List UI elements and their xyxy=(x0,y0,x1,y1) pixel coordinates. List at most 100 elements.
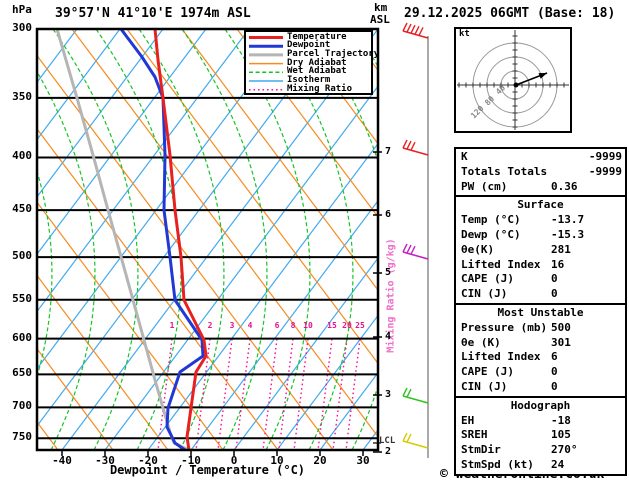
indices-row: CAPE (J) 0 xyxy=(456,272,625,287)
pressure-tick-label: 600 xyxy=(12,330,32,344)
indices-row-value: -9999 xyxy=(588,150,622,163)
indices-row: CAPE (J) 0 xyxy=(456,365,625,380)
indices-row: CIN (J) 0 xyxy=(456,380,625,395)
altitude-km-tick-label: 5 xyxy=(385,267,392,278)
indices-row-label: K xyxy=(461,150,468,163)
indices-row: Pressure (mb) 500 xyxy=(456,321,625,336)
hodograph-unit-label: kt xyxy=(459,29,470,39)
temperature-tick-label: 20 xyxy=(313,454,327,467)
temperature-tick-label: 0 xyxy=(230,454,238,467)
altitude-km-tick-label: 2 xyxy=(385,446,392,457)
indices-box: Most Unstable Pressure (mb) 500 θe (K) 301 Li… xyxy=(454,302,627,398)
indices-row-value: 105 xyxy=(551,428,571,442)
indices-row: SREH 105 xyxy=(456,428,625,443)
indices-row: PW (cm) 0.36 xyxy=(456,180,625,195)
indices-row-value: -18 xyxy=(551,413,571,427)
indices-row-value: 500 xyxy=(551,320,571,334)
altitude-km-tick-label: 4 xyxy=(385,331,392,342)
pressure-tick-label: 400 xyxy=(12,149,32,163)
indices-row: Temp (°C) -13.7 xyxy=(456,213,625,228)
indices-row-value: 0 xyxy=(551,272,558,286)
indices-row-value: 16 xyxy=(551,257,565,271)
indices-row: StmSpd (kt) 24 xyxy=(456,458,625,473)
indices-box: Surface Temp (°C) -13.7 Dewp (°C) -15.3 θe(K)… xyxy=(454,195,627,305)
indices-row-value: -15.3 xyxy=(551,227,585,241)
indices-row-label: θe(K) xyxy=(461,242,495,256)
mixing-ratio-value-label: 20 xyxy=(342,321,352,330)
mixing-ratio-value-label: 8 xyxy=(290,321,296,330)
indices-row: StmDir 270° xyxy=(456,443,625,458)
temperature-tick-label: 30 xyxy=(356,454,370,467)
altitude-km-tick-label: 3 xyxy=(385,389,392,400)
indices-row-label: θe (K) xyxy=(461,335,501,349)
pressure-unit-label: hPa xyxy=(12,3,32,16)
indices-row-label: Temp (°C) xyxy=(461,213,521,227)
indices-row-value: 0.36 xyxy=(551,179,578,193)
indices-row-value: 0 xyxy=(551,365,558,379)
indices-row-label: CIN (J) xyxy=(461,287,508,301)
pressure-tick-label: 700 xyxy=(12,399,32,413)
indices-row-value: -9999 xyxy=(588,164,622,178)
pressure-tick-label: 500 xyxy=(12,249,32,263)
indices-row: Lifted Index 6 xyxy=(456,350,625,365)
pressure-tick-label: 300 xyxy=(12,21,32,34)
asl-axis-unit: ASL xyxy=(370,13,390,26)
indices-row-label: Lifted Index xyxy=(461,257,541,271)
temperature-tick-label: 10 xyxy=(270,454,284,467)
indices-row-value: 281 xyxy=(551,242,571,256)
indices-row-label: PW (cm) xyxy=(461,179,508,193)
altitude-km-tick-label: 6 xyxy=(385,209,392,220)
pressure-tick-label: 550 xyxy=(12,291,32,305)
mixing-ratio-value-label: 3 xyxy=(229,321,235,330)
indices-row-label: CAPE (J) xyxy=(461,365,514,379)
temperature-tick-label: -40 xyxy=(52,454,72,467)
indices-row-label: Totals Totals xyxy=(461,164,548,178)
run-datetime-title: 29.12.2025 06GMT (Base: 18) xyxy=(404,6,616,21)
indices-row-label: EH xyxy=(461,413,475,427)
indices-row: Lifted Index 16 xyxy=(456,258,625,273)
pressure-tick-label: 650 xyxy=(12,366,32,380)
indices-row-value: -13.7 xyxy=(551,213,585,227)
mixing-ratio-value-label: 6 xyxy=(274,321,280,330)
indices-row-label: Pressure (mb) xyxy=(461,320,548,334)
temperature-tick-label: -30 xyxy=(95,454,115,467)
skewt-sounding-page: 40 80 120 hPa 39°57'N 41°10'E 1974m ASL km… xyxy=(0,0,629,486)
temperature-tick-label: -20 xyxy=(138,454,158,467)
indices-row: CIN (J) 0 xyxy=(456,287,625,302)
page-title: 39°57'N 41°10'E 1974m ASL xyxy=(55,6,251,21)
indices-panel: K -9999 Totals Totals -9999 PW (cm) 0.36 Surfa… xyxy=(454,147,627,476)
pressure-tick-label: 350 xyxy=(12,89,32,103)
altitude-km-tick-label: 7 xyxy=(385,146,392,157)
temperature-tick-label: -10 xyxy=(181,454,201,467)
indices-row-value: 0 xyxy=(551,379,558,393)
indices-row-value: 6 xyxy=(551,350,558,364)
indices-row-value: 0 xyxy=(551,287,558,301)
indices-row-value: 24 xyxy=(551,457,565,471)
indices-box-header: Surface xyxy=(517,198,564,212)
mixing-ratio-axis-label: Mixing Ratio (g/kg) xyxy=(385,238,397,353)
mixing-ratio-value-label: 4 xyxy=(247,321,253,330)
mixing-ratio-value-label: 15 xyxy=(327,321,337,330)
pressure-tick-label: 450 xyxy=(12,202,32,216)
pressure-tick-label: 750 xyxy=(12,430,32,444)
indices-row-value: 301 xyxy=(551,335,571,349)
indices-row-label: CAPE (J) xyxy=(461,272,514,286)
indices-box: K -9999 Totals Totals -9999 PW (cm) 0.36 xyxy=(454,147,627,198)
indices-row-label: Dewp (°C) xyxy=(461,227,521,241)
indices-row: K -9999 xyxy=(456,150,625,165)
indices-row: EH -18 xyxy=(456,414,625,429)
indices-box-header: Hodograph xyxy=(510,398,571,412)
mixing-ratio-value-label: 25 xyxy=(355,321,365,330)
indices-row-label: StmDir xyxy=(461,443,501,457)
indices-row-label: StmSpd (kt) xyxy=(461,457,534,471)
indices-row: Totals Totals -9999 xyxy=(456,165,625,180)
indices-row-label: SREH xyxy=(461,428,488,442)
indices-row-value: 270° xyxy=(551,443,578,457)
indices-box-header: Most Unstable xyxy=(497,305,584,319)
indices-row: Dewp (°C) -15.3 xyxy=(456,228,625,243)
mixing-ratio-value-label: 2 xyxy=(207,321,213,330)
mixing-ratio-value-label: 10 xyxy=(303,321,313,330)
mixing-ratio-value-label: 1 xyxy=(169,321,175,330)
indices-row: θe (K) 301 xyxy=(456,336,625,351)
indices-row: θe(K) 281 xyxy=(456,243,625,258)
